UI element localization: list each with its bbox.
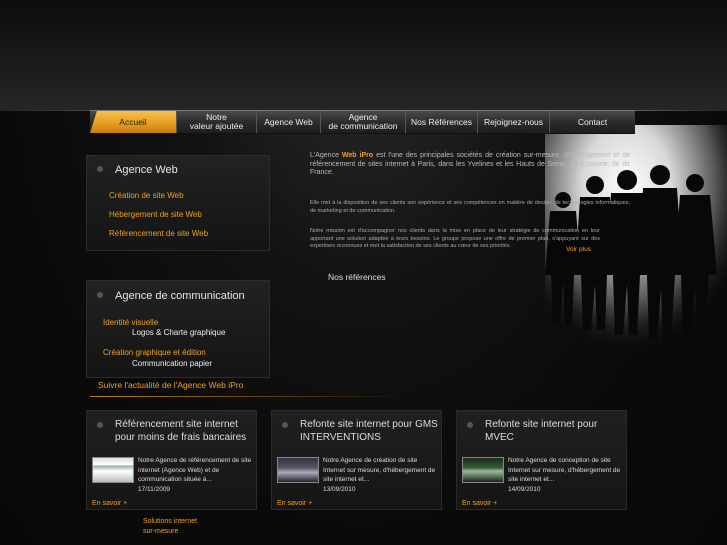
news-card-2: Refonte site internet pour GMS INTERVENT… xyxy=(271,410,442,510)
nav-label: Accueil xyxy=(119,116,147,127)
follow-news-link[interactable]: Suivre l'actualité de l'Agence Web iPro xyxy=(98,380,243,390)
footer-line-2: sur-mesure xyxy=(143,528,179,535)
news-date: 14/09/2010 xyxy=(508,486,541,493)
nav-contact[interactable]: Contact xyxy=(549,111,635,133)
news-text: Notre Agence de création de site Interne… xyxy=(323,457,436,483)
nav-label: Rejoignez-nous xyxy=(483,116,544,127)
read-more-link[interactable]: En savoir + xyxy=(92,500,127,507)
bullet-icon xyxy=(97,422,103,428)
divider xyxy=(90,396,410,397)
main-nav: Accueil Notre valeur ajoutée Agence Web … xyxy=(90,110,635,134)
footer-tagline: Solutions internet sur-mesure xyxy=(143,517,197,537)
agence-web-title: Agence Web xyxy=(115,164,178,176)
bullet-icon xyxy=(467,422,473,428)
nav-valeur-ajoutee[interactable]: Notre valeur ajoutée xyxy=(176,111,256,133)
link-creation-graphique[interactable]: Création graphique et édition xyxy=(103,348,206,357)
graphic-desc: Communication papier xyxy=(132,359,213,368)
link-creation-site[interactable]: Création de site Web xyxy=(109,191,184,200)
bullet-icon xyxy=(97,292,103,298)
news-text: Notre Agence de conception de site Inter… xyxy=(508,457,621,483)
agence-com-title: Agence de communication xyxy=(115,290,245,302)
nav-references[interactable]: Nos Références xyxy=(405,111,477,133)
nav-label: Agence de communication xyxy=(328,112,398,131)
news-title[interactable]: Refonte site internet pour GMS INTERVENT… xyxy=(300,418,442,444)
link-identite-visuelle[interactable]: Identité visuelle xyxy=(103,318,158,327)
news-card-1: Référencement site internet pour moins d… xyxy=(86,410,257,510)
nav-agence-web[interactable]: Agence Web xyxy=(256,111,320,133)
news-date: 17/11/2009 xyxy=(138,486,171,493)
news-thumbnail[interactable] xyxy=(92,457,134,483)
nav-label: Contact xyxy=(577,116,608,127)
news-card-3: Refonte site internet pour MVEC Notre Ag… xyxy=(456,410,627,510)
nav-label: Nos Références xyxy=(411,116,472,127)
agence-web-box: Agence Web Création de site Web Hébergem… xyxy=(86,155,270,251)
nav-rejoignez[interactable]: Rejoignez-nous xyxy=(477,111,549,133)
link-hebergement-site[interactable]: Hébergement de site Web xyxy=(109,210,202,219)
read-more-link[interactable]: En savoir + xyxy=(277,500,312,507)
bullet-icon xyxy=(282,422,288,428)
news-thumbnail[interactable] xyxy=(277,457,319,483)
nav-accueil[interactable]: Accueil xyxy=(90,111,176,133)
brand-name: Web iPro xyxy=(341,152,374,159)
intro-text: L'Agence xyxy=(310,152,342,159)
nav-label: Agence Web xyxy=(264,116,313,127)
news-title[interactable]: Référencement site internet pour moins d… xyxy=(115,418,255,444)
voir-plus-link[interactable]: Voir plus xyxy=(566,246,591,253)
link-referencement-site[interactable]: Référencement de site Web xyxy=(109,229,208,238)
nav-agence-communication[interactable]: Agence de communication xyxy=(320,111,405,133)
intro-paragraph: L'Agence Web iPro est l'une des principa… xyxy=(310,152,630,178)
intro-paragraph-2: Elle met à la disposition de ses clients… xyxy=(310,200,630,214)
header-band xyxy=(0,0,727,110)
read-more-link[interactable]: En savoir + xyxy=(462,500,497,507)
intro-paragraph-3: Notre mission est d'accompagner nos clie… xyxy=(310,228,600,249)
bullet-icon xyxy=(97,166,103,172)
news-date: 13/09/2010 xyxy=(323,486,356,493)
news-text: Notre Agence de référencement de site in… xyxy=(138,457,252,483)
nav-label: Notre valeur ajoutée xyxy=(189,112,244,131)
footer-line-1: Solutions internet xyxy=(143,518,198,525)
nos-references-link[interactable]: Nos références xyxy=(328,272,386,282)
news-title[interactable]: Refonte site internet pour MVEC xyxy=(485,418,625,444)
news-thumbnail[interactable] xyxy=(462,457,504,483)
agence-communication-box: Agence de communication Identité visuell… xyxy=(86,280,270,378)
identity-desc: Logos & Charte graphique xyxy=(132,328,226,337)
